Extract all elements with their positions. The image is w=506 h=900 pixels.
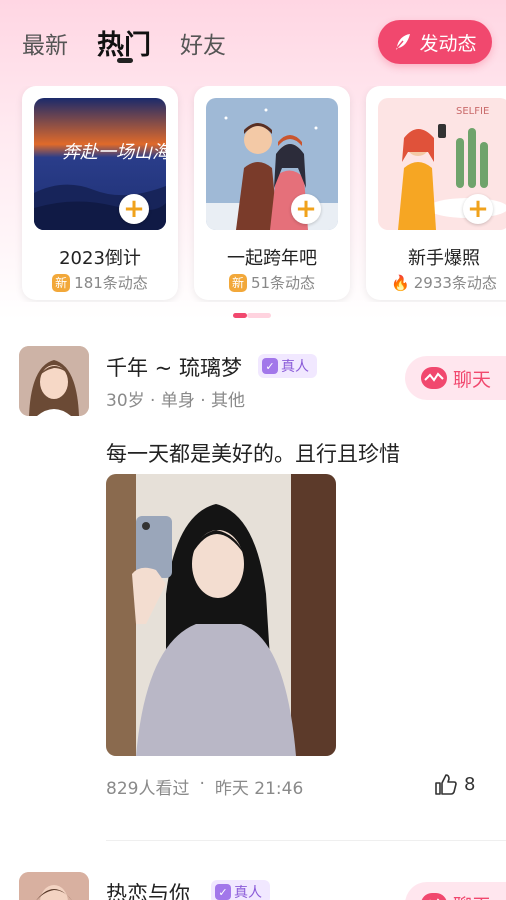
tab-latest[interactable]: 最新 [22, 26, 68, 60]
topic-count-text: 51条动态 [250, 274, 316, 292]
view-count: 829人看过 [106, 779, 190, 799]
join-topic-plus-icon[interactable]: + [119, 194, 149, 224]
shield-check-icon: ✓ [215, 884, 231, 900]
verified-label: 真人 [281, 359, 309, 375]
topic-title: 2023倒计 [59, 248, 141, 269]
chat-label: 聊天 [453, 368, 492, 391]
chat-wave-icon [421, 893, 447, 900]
topic-count-text: 2933条动态 [413, 274, 497, 292]
fire-icon: 🔥 [391, 273, 410, 292]
topic-carousel[interactable]: 奔赴一场山海 + 2023倒计 新 181条动态 + 一起跨年吧 新 51条动态… [0, 86, 506, 302]
like-count: 8 [464, 773, 476, 795]
user-name[interactable]: 热恋与你 [106, 878, 190, 900]
topic-card[interactable]: + 一起跨年吧 新 51条动态 [194, 86, 350, 300]
post-photo[interactable] [106, 474, 336, 756]
separator-dot: · [199, 774, 205, 794]
join-topic-plus-icon[interactable]: + [291, 194, 321, 224]
chat-wave-icon [421, 367, 447, 389]
join-topic-plus-icon[interactable]: + [463, 194, 493, 224]
topic-count-text: 181条动态 [74, 274, 148, 292]
topic-title: 新手爆照 [408, 248, 480, 269]
post-footer: 829人看过 · 昨天 21:46 [106, 774, 303, 799]
shield-check-icon: ✓ [262, 358, 278, 374]
carousel-dot-active [233, 313, 247, 318]
like-button[interactable]: 8 [434, 773, 475, 795]
verified-label: 真人 [234, 885, 262, 900]
new-badge-icon: 新 [228, 273, 247, 292]
verified-badge: ✓ 真人 [211, 880, 270, 900]
active-tab-indicator [117, 58, 133, 63]
carousel-indicator [233, 313, 271, 318]
user-meta: 30岁 · 单身 · 其他 [106, 391, 246, 411]
tab-hot[interactable]: 热门 [97, 23, 151, 62]
post-moment-button[interactable]: 发动态 [378, 20, 492, 64]
post-moment-label: 发动态 [419, 32, 477, 55]
post-time: 昨天 21:46 [214, 779, 304, 799]
chat-button[interactable]: 聊天 [405, 882, 506, 900]
user-name[interactable]: 千年 ~ 琉璃梦 [106, 352, 242, 382]
topic-image-caption: 奔赴一场山海 [62, 142, 166, 163]
new-badge-icon: 新 [52, 273, 71, 292]
topic-count: 新 51条动态 [194, 272, 350, 293]
avatar[interactable] [19, 346, 89, 416]
feather-icon [396, 34, 411, 50]
tab-friends[interactable]: 好友 [180, 26, 226, 60]
thumbs-up-icon [435, 774, 457, 795]
verified-badge: ✓ 真人 [258, 354, 317, 378]
topic-card[interactable]: 奔赴一场山海 + 2023倒计 新 181条动态 [22, 86, 178, 300]
topic-count: 🔥 2933条动态 [366, 272, 506, 293]
chat-label: 聊天 [453, 891, 491, 900]
carousel-dot [247, 313, 271, 318]
topic-count: 新 181条动态 [22, 272, 178, 293]
chat-button[interactable]: 聊天 [405, 356, 506, 400]
divider [106, 840, 506, 841]
topic-image-caption: SELFIE [456, 106, 489, 117]
post-text: 每一天都是美好的。且行且珍惜 [106, 442, 400, 466]
topic-card[interactable]: SELFIE + 新手爆照 🔥 2933条动态 [366, 86, 506, 300]
avatar[interactable] [19, 872, 89, 900]
topic-title: 一起跨年吧 [227, 248, 317, 269]
top-nav: 最新 热门 好友 发动态 [0, 0, 506, 86]
